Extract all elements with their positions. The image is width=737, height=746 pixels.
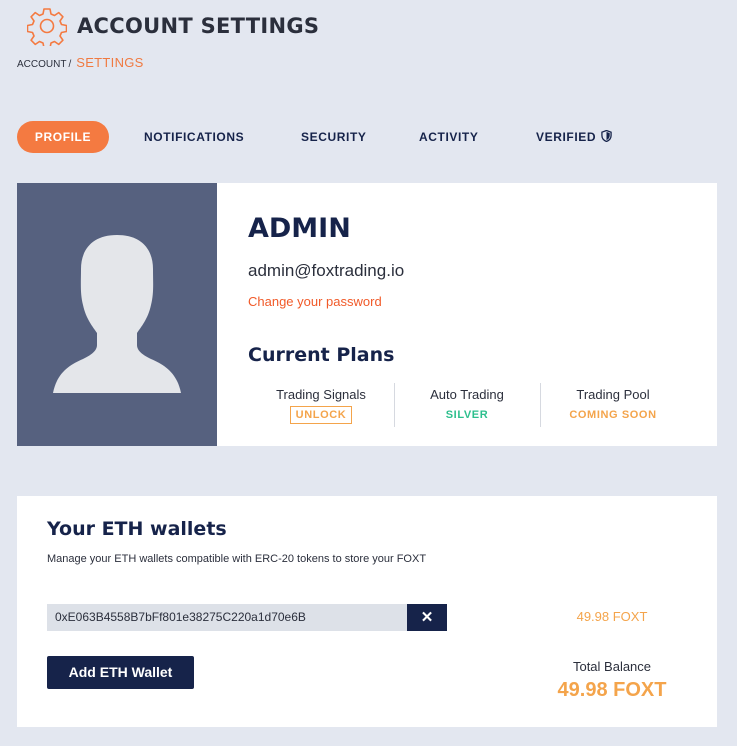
avatar — [17, 183, 217, 446]
page-header: ACCOUNT SETTINGS — [27, 6, 319, 46]
page-title: ACCOUNT SETTINGS — [77, 14, 320, 38]
gear-icon — [27, 8, 67, 46]
total-balance-value: 49.98 FOXT — [557, 679, 667, 701]
plan-status: SILVER — [445, 409, 489, 421]
plans-list: Trading Signals UNLOCK Auto Trading SILV… — [248, 383, 688, 431]
wallet-balance: 49.98 FOXT — [576, 609, 648, 624]
tab-security[interactable]: SECURITY — [301, 121, 366, 153]
plan-trading-signals: Trading Signals UNLOCK — [248, 383, 394, 424]
remove-wallet-button[interactable]: ✕ — [407, 604, 447, 631]
wallets-card: Your ETH wallets Manage your ETH wallets… — [17, 496, 717, 727]
shield-icon — [601, 129, 612, 143]
plan-name: Trading Pool — [576, 387, 650, 402]
add-eth-wallet-button[interactable]: Add ETH Wallet — [47, 656, 194, 689]
profile-card: ADMIN admin@foxtrading.io Change your pa… — [17, 183, 717, 446]
wallets-description: Manage your ETH wallets compatible with … — [47, 553, 427, 565]
unlock-button[interactable]: UNLOCK — [289, 406, 353, 424]
tab-activity[interactable]: ACTIVITY — [419, 121, 478, 153]
breadcrumb-separator: / — [68, 59, 72, 70]
plan-auto-trading: Auto Trading SILVER — [394, 383, 540, 423]
user-silhouette-icon — [53, 235, 181, 393]
current-plans-title: Current Plans — [248, 344, 395, 366]
tab-verified[interactable]: VERIFIED — [536, 121, 612, 153]
wallet-address-field[interactable] — [47, 604, 407, 631]
close-icon: ✕ — [420, 609, 434, 626]
breadcrumb-settings: SETTINGS — [76, 55, 144, 70]
total-balance-label: Total Balance — [572, 659, 652, 674]
plan-name: Trading Signals — [276, 387, 366, 402]
wallets-title: Your ETH wallets — [47, 518, 227, 540]
profile-email: admin@foxtrading.io — [248, 261, 405, 280]
tab-notifications[interactable]: NOTIFICATIONS — [144, 121, 244, 153]
plan-status: COMING SOON — [569, 409, 657, 421]
tab-profile[interactable]: PROFILE — [17, 121, 109, 153]
plan-name: Auto Trading — [430, 387, 504, 402]
profile-username: ADMIN — [248, 213, 351, 244]
change-password-link[interactable]: Change your password — [248, 294, 382, 309]
tab-verified-label: VERIFIED — [536, 130, 597, 144]
breadcrumb-account[interactable]: ACCOUNT — [17, 59, 66, 70]
plan-trading-pool: Trading Pool COMING SOON — [540, 383, 686, 423]
breadcrumb: ACCOUNT / SETTINGS — [17, 55, 144, 70]
